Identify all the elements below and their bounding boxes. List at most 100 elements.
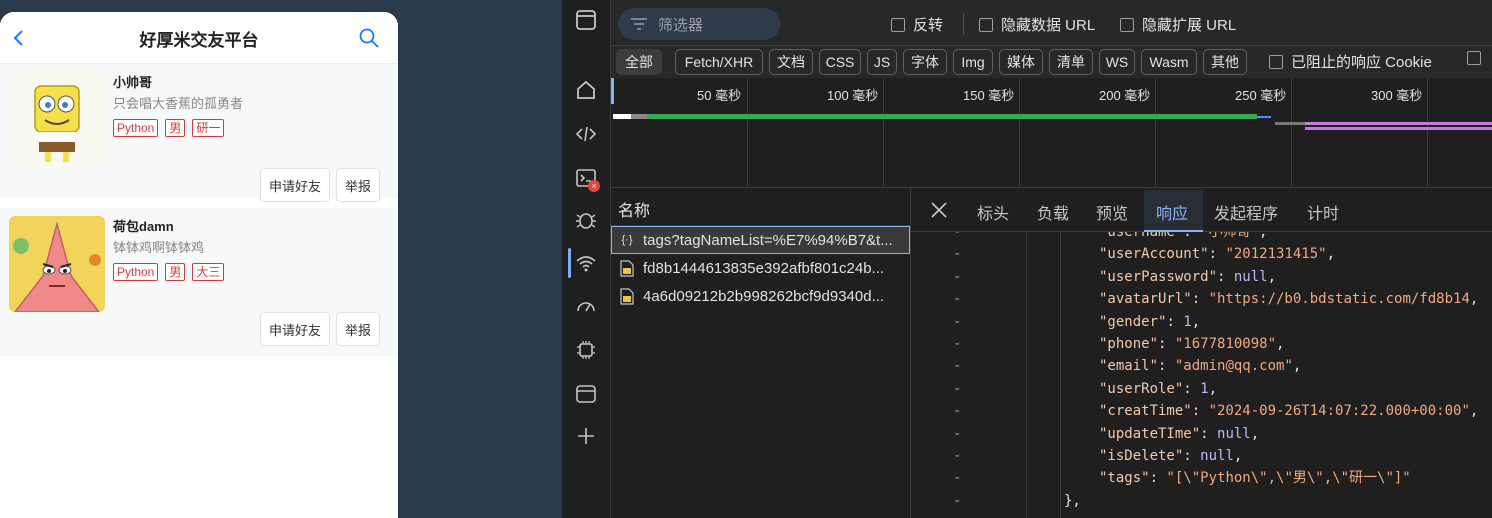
code-line: - "username": "小帅哥", [911,232,1492,243]
code-line: - "avatarUrl": "https://b0.bdstatic.com/f… [911,288,1492,310]
code-line: -}, [911,490,1492,512]
tab-response[interactable]: 响应 [1156,200,1188,224]
panel-layout-icon[interactable] [572,6,600,34]
hide-extension-url-checkbox[interactable]: 隐藏扩展 URL [1120,14,1236,35]
user-card: 荷包damn 钵钵鸡啊钵钵鸡 Python 男 大三 申请好友 举报 [0,208,398,356]
json-value: 1 [1183,313,1192,330]
avatar [9,72,105,168]
type-img-button[interactable]: Img [953,49,993,75]
grid-line [1155,78,1156,188]
add-panel-icon[interactable] [572,422,600,450]
application-window-icon[interactable] [572,380,600,408]
type-ws-button[interactable]: WS [1099,49,1135,75]
type-css-button[interactable]: CSS [819,49,861,75]
gutter-mark: - [953,313,962,330]
json-value: "小帅哥" [1200,232,1260,240]
memory-chip-icon[interactable] [572,336,600,364]
gutter-mark: - [953,492,962,509]
json-key: "creatTime" [1099,403,1192,420]
divider [963,13,964,35]
avatar [9,216,105,312]
tab-initiator[interactable]: 发起程序 [1214,200,1278,224]
user-list: 小帅哥 只会唱大香蕉的孤勇者 Python 男 研一 申请好友 举报 荷包dam… [0,64,398,356]
code-text: "username": "小帅哥", [1099,232,1267,243]
type-fetch-xhr-button[interactable]: Fetch/XHR [675,49,763,75]
add-friend-button[interactable]: 申请好友 [260,168,330,202]
tab-timing[interactable]: 计时 [1307,200,1339,224]
json-value: "[\"Python\",\"男\",\"研一\"]" [1166,470,1411,487]
username: 荷包damn [113,219,174,234]
waterfall-bar [613,114,631,119]
type-all-button[interactable]: 全部 [616,49,662,75]
time-tick: 50 毫秒 [697,88,742,103]
fetch-icon: {·} [621,234,633,246]
type-other-button[interactable]: 其他 [1203,49,1247,75]
tab-preview[interactable]: 预览 [1096,200,1128,224]
tag-list: Python 男 研一 [113,119,225,137]
tab-payload[interactable]: 负载 [1037,200,1069,224]
request-row[interactable]: 4a6d09212b2b998262bcf9d9340d... [611,282,910,310]
search-icon[interactable] [358,27,380,49]
name-column-header[interactable]: 名称 [611,188,910,226]
code-text: "phone": "1677810098", [1099,336,1285,352]
json-value: null [1233,268,1268,285]
request-name: tags?tagNameList=%E7%94%B7&t... [643,231,893,249]
grid-line [1291,78,1292,188]
type-media-button[interactable]: 媒体 [999,49,1043,75]
page-title: 好厚米交友平台 [139,31,259,50]
time-tick: 150 毫秒 [963,88,1015,103]
type-js-button[interactable]: JS [867,49,897,75]
json-key: "updateTIme" [1099,425,1201,442]
request-row[interactable]: {·} tags?tagNameList=%E7%94%B7&t... [611,226,910,254]
request-row[interactable]: fd8b1444613835e392afbf801c24b... [611,254,910,282]
waterfall-bar [647,114,1257,119]
request-detail: 标头 负载 预览 响应 发起程序 计时 - "username": "小帅哥", -… [911,188,1492,518]
json-value: "2024-09-26T14:07:22.000+00:00" [1208,403,1470,420]
network-toolbar: 筛选器 反转 隐藏数据 URL 隐藏扩展 URL [611,0,1492,46]
checkbox-label: 隐藏数据 URL [1001,17,1096,34]
json-key: "username" [1099,232,1184,240]
code-line: - "userRole": 1, [911,378,1492,400]
type-manifest-button[interactable]: 清单 [1049,49,1093,75]
json-key: "userPassword" [1099,268,1218,285]
tab-headers[interactable]: 标头 [977,200,1009,224]
tag: Python [113,263,159,281]
home-icon[interactable] [572,76,600,104]
gutter-mark: - [953,403,962,420]
performance-gauge-icon[interactable] [572,292,600,320]
filter-input[interactable]: 筛选器 [618,8,780,40]
response-code-view[interactable]: - "username": "小帅哥", - "userAccount": "2012… [911,232,1492,518]
type-document-button[interactable]: 文档 [769,49,813,75]
request-name: 4a6d09212b2b998262bcf9d9340d... [643,287,885,305]
network-overview-timeline[interactable]: 50 毫秒 100 毫秒 150 毫秒 200 毫秒 250 毫秒 300 毫秒 [611,78,1492,188]
report-button[interactable]: 举报 [336,168,380,202]
blocked-cookies-checkbox[interactable]: 已阻止的响应 Cookie [1269,51,1432,72]
user-card: 小帅哥 只会唱大香蕉的孤勇者 Python 男 研一 申请好友 举报 [0,64,398,208]
tag: 研一 [192,119,225,137]
network-wifi-icon[interactable] [572,250,600,278]
hide-data-url-checkbox[interactable]: 隐藏数据 URL [979,14,1095,35]
waterfall-bar [631,114,647,119]
more-filter-checkbox[interactable] [1467,51,1481,65]
invert-checkbox[interactable]: 反转 [891,14,943,35]
waterfall-bar [1305,127,1492,130]
add-friend-button[interactable]: 申请好友 [260,312,330,346]
elements-code-icon[interactable] [572,120,600,148]
gutter-mark: - [953,380,962,397]
type-wasm-button[interactable]: Wasm [1141,49,1197,75]
grid-line [747,78,748,188]
type-font-button[interactable]: 字体 [903,49,947,75]
tag: 男 [165,263,186,281]
json-key: "tags" [1099,470,1150,487]
checkbox-label: 反转 [913,17,944,34]
checkbox-icon [1269,54,1283,69]
report-button[interactable]: 举报 [336,312,380,346]
bug-icon[interactable] [572,206,600,234]
close-icon[interactable] [929,200,949,220]
timeline-handle[interactable] [611,78,614,104]
time-tick: 300 毫秒 [1371,88,1423,103]
tag: 大三 [192,263,225,281]
code-text: "isDelete": null, [1099,448,1243,464]
code-text: "userRole": 1, [1099,380,1218,397]
request-list: 名称 {·} tags?tagNameList=%E7%94%B7&t... f… [611,188,911,518]
